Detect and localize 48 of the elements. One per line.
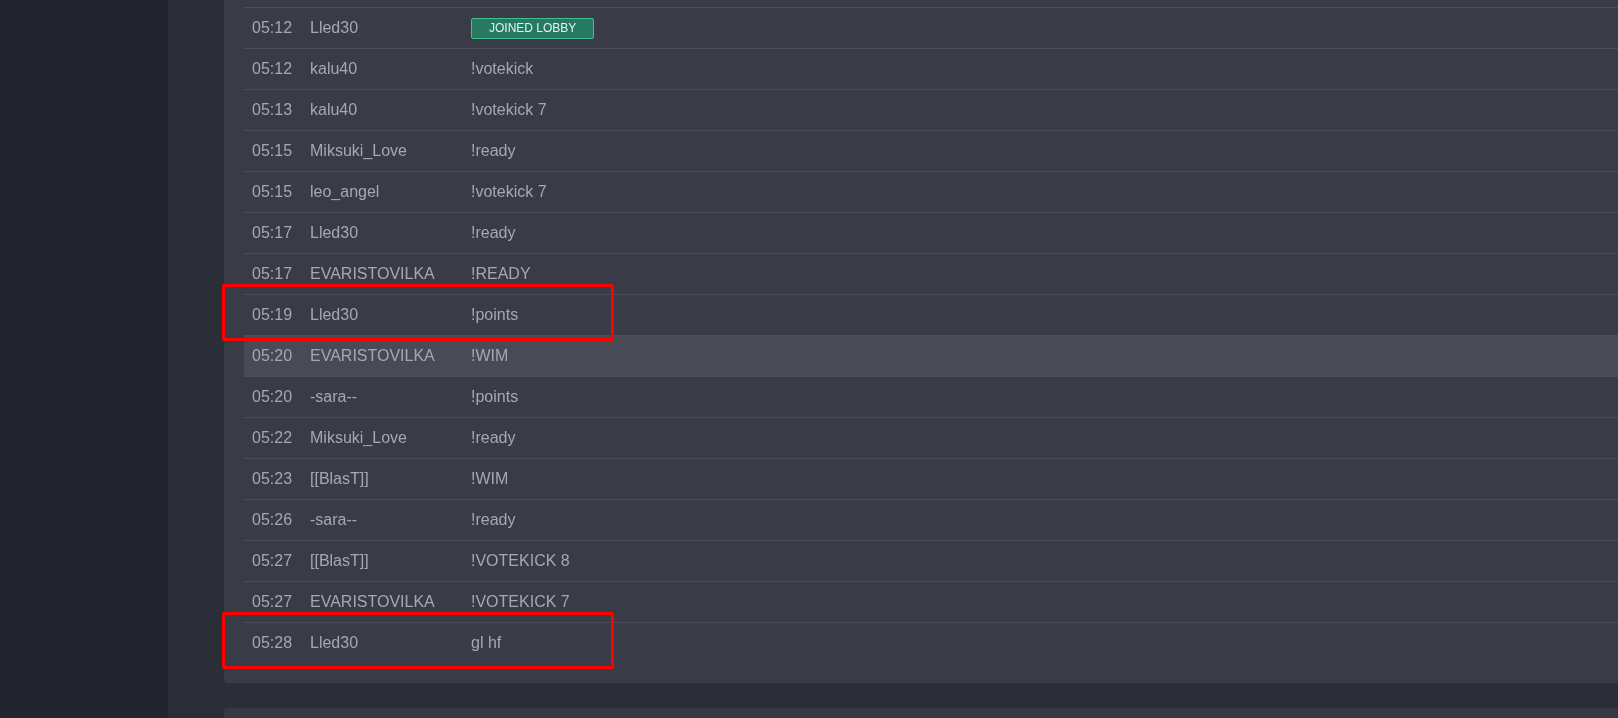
timestamp: 05:20 bbox=[252, 388, 294, 406]
timestamp: 05:17 bbox=[252, 265, 294, 283]
timestamp: 05:28 bbox=[252, 634, 294, 652]
chat-message: !ready bbox=[471, 429, 516, 447]
timestamp: 05:19 bbox=[252, 306, 294, 324]
username: Miksuki_Love bbox=[310, 142, 408, 160]
chat-message: !points bbox=[471, 306, 519, 324]
chat-message: !votekick 7 bbox=[471, 183, 547, 201]
chat-message: !points bbox=[471, 388, 519, 406]
chat-message: !VOTEKICK 8 bbox=[471, 552, 570, 570]
chat-message: !ready bbox=[471, 224, 516, 242]
timestamp: 05:15 bbox=[252, 142, 294, 160]
username: Lled30 bbox=[310, 634, 360, 652]
username: kalu40 bbox=[310, 60, 359, 78]
username: [[BlasT]] bbox=[310, 470, 370, 488]
chat-message: gl hf bbox=[471, 634, 502, 652]
chat-message: !VOTEKICK 7 bbox=[471, 593, 570, 611]
timestamp: 05:12 bbox=[252, 19, 294, 37]
username: EVARISTOVILKA bbox=[310, 265, 436, 283]
chat-message: !ready bbox=[471, 511, 516, 529]
username: Lled30 bbox=[310, 224, 360, 242]
username: -sara-- bbox=[310, 511, 359, 529]
chat-message: !ready bbox=[471, 142, 516, 160]
username: EVARISTOVILKA bbox=[310, 593, 436, 611]
timestamp: 05:26 bbox=[252, 511, 294, 529]
username: Lled30 bbox=[310, 19, 360, 37]
timestamp: 05:27 bbox=[252, 552, 294, 570]
chat-message: !votekick bbox=[471, 60, 534, 78]
username: EVARISTOVILKA bbox=[310, 347, 436, 365]
username: [[BlasT]] bbox=[310, 552, 370, 570]
timestamp: 05:13 bbox=[252, 101, 294, 119]
timestamp: 05:15 bbox=[252, 183, 294, 201]
timestamp: 05:20 bbox=[252, 347, 294, 365]
event-tag: JOINED LOBBY bbox=[471, 17, 595, 39]
chat-message: !WIM bbox=[471, 347, 509, 365]
timestamp: 05:12 bbox=[252, 60, 294, 78]
chat-message: !READY bbox=[471, 265, 531, 283]
timestamp: 05:27 bbox=[252, 593, 294, 611]
timestamp: 05:22 bbox=[252, 429, 294, 447]
username: kalu40 bbox=[310, 101, 359, 119]
username: Lled30 bbox=[310, 306, 360, 324]
username: -sara-- bbox=[310, 388, 359, 406]
username: leo_angel bbox=[310, 183, 381, 201]
username: Miksuki_Love bbox=[310, 429, 408, 447]
timestamp: 05:23 bbox=[252, 470, 294, 488]
chat-message: !WIM bbox=[471, 470, 509, 488]
timestamp: 05:17 bbox=[252, 224, 294, 242]
chat-message: !votekick 7 bbox=[471, 101, 547, 119]
